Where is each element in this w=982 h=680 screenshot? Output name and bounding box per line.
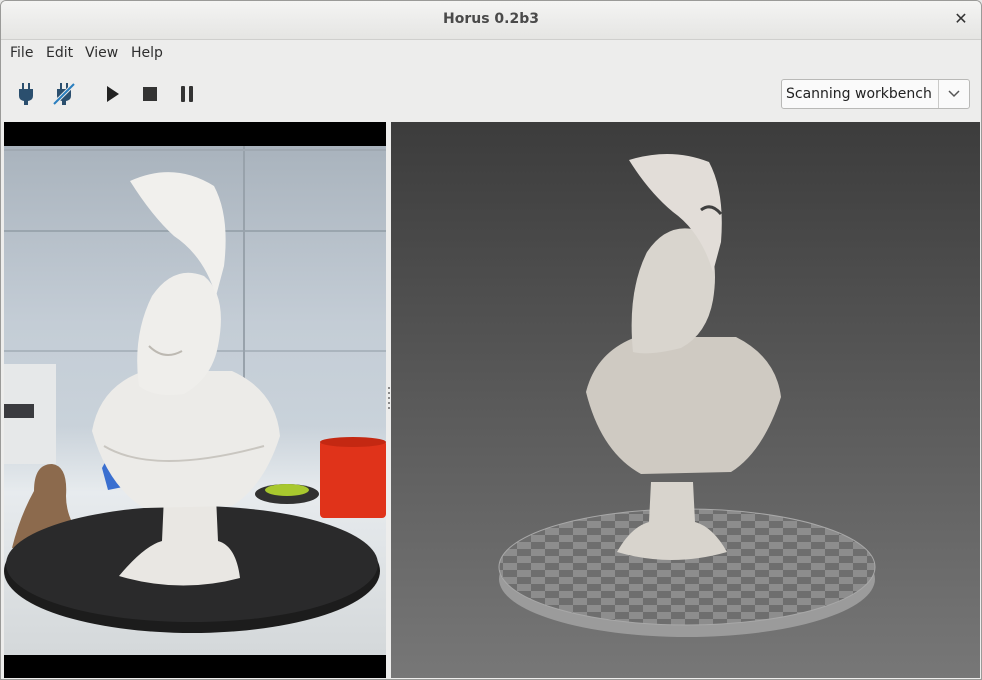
menu-help[interactable]: Help: [129, 45, 165, 61]
menu-view[interactable]: View: [83, 45, 120, 61]
stop-icon: [143, 87, 157, 101]
menu-bar: File Edit View Help: [1, 40, 981, 68]
disconnect-button[interactable]: [50, 80, 78, 108]
pause-icon: [181, 86, 193, 102]
menu-file[interactable]: File: [8, 45, 35, 61]
point-cloud: [498, 153, 876, 637]
main-window: Horus 0.2b3 ✕ File Edit View Help Scanni…: [0, 0, 982, 680]
connect-icon: [19, 83, 33, 105]
window-title: Horus 0.2b3: [443, 11, 539, 27]
camera-panel: [4, 122, 386, 678]
chevron-down-icon[interactable]: [938, 80, 969, 108]
stop-button[interactable]: [136, 80, 164, 108]
workbench-select-value: Scanning workbench: [786, 86, 932, 102]
play-icon: [107, 86, 119, 102]
workbench-select[interactable]: Scanning workbench: [781, 79, 970, 109]
close-icon[interactable]: ✕: [951, 9, 971, 29]
disconnect-icon: [52, 82, 76, 106]
title-bar[interactable]: Horus 0.2b3 ✕: [1, 1, 981, 40]
menu-edit[interactable]: Edit: [44, 45, 75, 61]
pause-button[interactable]: [173, 80, 201, 108]
scene-3d-view[interactable]: [391, 122, 980, 678]
toolbar: Scanning workbench: [1, 69, 981, 119]
camera-image: [4, 146, 386, 655]
play-button[interactable]: [98, 80, 126, 108]
connect-button[interactable]: [12, 80, 40, 108]
